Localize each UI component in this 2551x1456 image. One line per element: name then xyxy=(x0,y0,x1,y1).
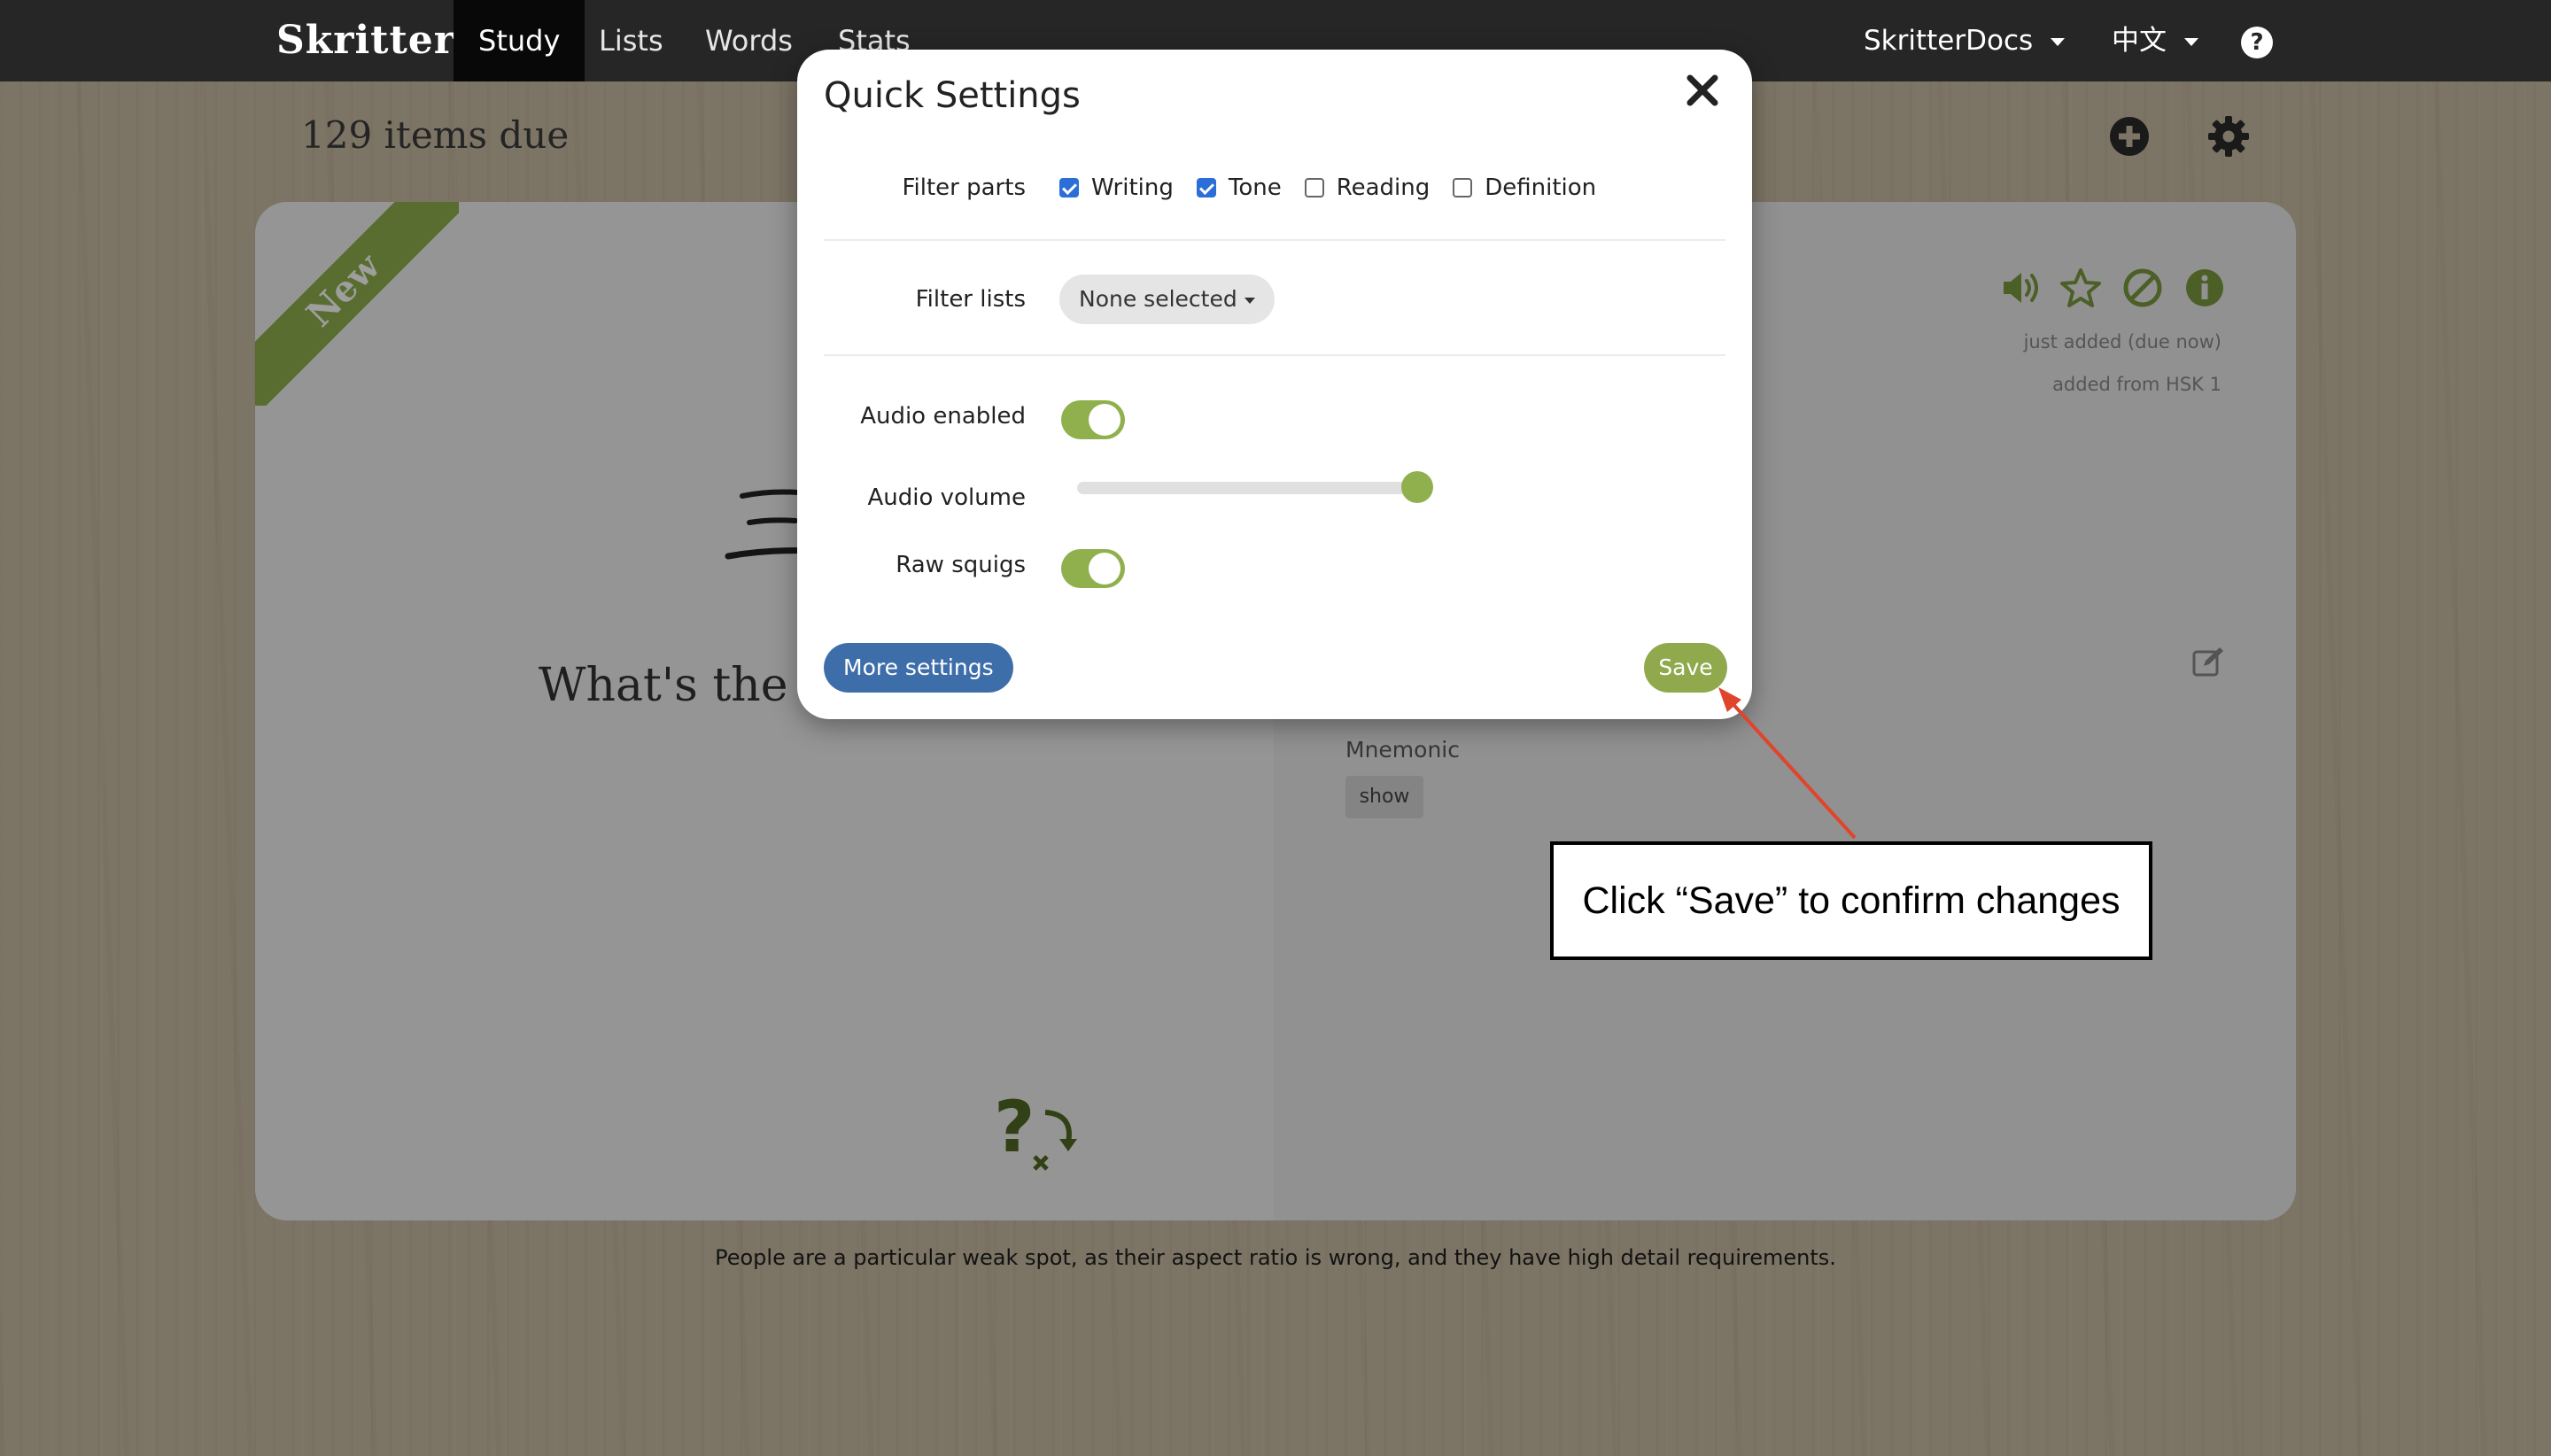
more-settings-button[interactable]: More settings xyxy=(824,643,1013,693)
filter-lists-dropdown[interactable]: None selected xyxy=(1059,275,1275,324)
nav-words[interactable]: Words xyxy=(680,0,818,81)
close-icon[interactable] xyxy=(1685,73,1720,108)
user-menu-label: SkritterDocs xyxy=(1864,25,2034,57)
nav-study[interactable]: Study xyxy=(454,0,585,81)
filter-parts-group: Writing Tone Reading Definition xyxy=(1059,170,1619,205)
save-button[interactable]: Save xyxy=(1644,643,1727,693)
chevron-down-icon xyxy=(2051,38,2066,46)
modal-title: Quick Settings xyxy=(824,75,1081,116)
section-divider xyxy=(824,239,1725,241)
reading-checkbox-label[interactable]: Reading xyxy=(1337,174,1431,201)
annotation-callout: Click “Save” to confirm changes xyxy=(1550,841,2152,960)
tone-checkbox[interactable] xyxy=(1196,178,1216,197)
definition-checkbox[interactable] xyxy=(1453,178,1473,197)
help-icon[interactable]: ? xyxy=(2241,27,2273,58)
raw-squigs-toggle[interactable] xyxy=(1061,549,1125,588)
nav-lists[interactable]: Lists xyxy=(574,0,688,81)
language-menu-label: 中文 xyxy=(2112,25,2167,57)
filter-parts-label: Filter parts xyxy=(902,174,1026,201)
writing-checkbox[interactable] xyxy=(1059,178,1079,197)
brand-logo[interactable]: Skritter xyxy=(276,12,455,69)
chevron-down-icon xyxy=(2184,38,2198,46)
section-divider xyxy=(824,354,1725,356)
toggle-knob xyxy=(1089,404,1120,436)
filter-lists-value: None selected xyxy=(1079,286,1237,312)
audio-volume-label: Audio volume xyxy=(867,484,1026,511)
audio-enabled-toggle[interactable] xyxy=(1061,400,1125,439)
filter-lists-label: Filter lists xyxy=(915,286,1026,313)
caret-down-icon xyxy=(1244,297,1255,304)
audio-volume-slider[interactable] xyxy=(1401,471,1433,503)
toggle-knob xyxy=(1089,553,1120,585)
quick-settings-modal: Quick Settings Filter parts Writing Tone… xyxy=(797,50,1752,719)
reading-checkbox[interactable] xyxy=(1304,178,1324,197)
writing-checkbox-label[interactable]: Writing xyxy=(1091,174,1174,201)
tone-checkbox-label[interactable]: Tone xyxy=(1229,174,1282,201)
audio-volume-track[interactable] xyxy=(1077,482,1417,494)
raw-squigs-label: Raw squigs xyxy=(896,552,1026,578)
definition-checkbox-label[interactable]: Definition xyxy=(1485,174,1596,201)
audio-enabled-label: Audio enabled xyxy=(860,403,1026,430)
user-menu[interactable]: SkritterDocs xyxy=(1864,0,2066,81)
language-menu[interactable]: 中文 xyxy=(2112,0,2198,81)
